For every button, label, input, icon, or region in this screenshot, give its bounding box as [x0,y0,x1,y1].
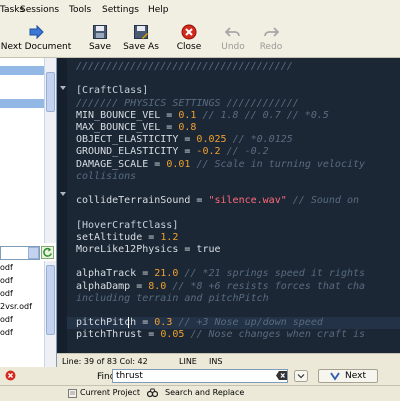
code-line[interactable]: MoreLike12Physics = true [76,244,221,256]
file-sidebar: odf odf odf 2vsr.odf odf odf [0,58,57,375]
list-item[interactable]: odf [0,315,13,324]
clear-icon[interactable] [276,371,287,380]
code-line[interactable]: alphaTrack = 21.0 // *21 springs speed i… [76,268,365,280]
find-input[interactable]: thrust [112,369,288,383]
menu-sessions[interactable]: Sessions [20,5,59,15]
find-bar: Find: thrust Next [0,367,400,385]
save-as-icon [134,25,149,40]
project-icon [68,389,77,398]
undo-button[interactable]: Undo [218,23,248,56]
cursor-position: Line: 39 of 83 Col: 42 [62,357,148,366]
close-label: Close [176,42,202,52]
save-as-label: Save As [123,42,159,52]
tab-search-replace[interactable]: Search and Replace [165,388,244,397]
save-icon [93,25,107,39]
next-document-label: Next Document [0,42,72,52]
scrollbar-thumb[interactable] [46,265,55,335]
fold-gutter[interactable] [57,58,67,353]
next-arrow-icon [330,372,340,381]
code-line[interactable]: OBJECT_ELASTICITY = 0.025 // *0.0125 [76,134,293,146]
list-item[interactable]: odf [0,328,13,337]
redo-button[interactable]: Redo [256,23,286,56]
close-icon [181,24,197,40]
code-line[interactable]: pitchPitch = 0.3 // +3 Nose up/down spee… [67,317,400,330]
chevron-down-icon[interactable] [28,247,39,259]
save-button[interactable]: Save [85,23,115,56]
selection-mode: LINE [179,357,197,366]
code-line[interactable]: //////////////////////////////////// [76,61,293,73]
status-bar: Line: 39 of 83 Col: 42 LINE INS [57,353,400,368]
find-close-icon[interactable] [5,370,16,381]
next-document-icon [29,24,44,40]
redo-icon [264,27,279,37]
close-button[interactable]: Close [172,23,206,56]
fold-marker-icon[interactable] [60,192,66,196]
search-replace-icon [147,388,158,398]
code-line[interactable]: [HoverCraftClass] [76,220,178,232]
file-list-scrollbar[interactable] [44,261,56,373]
tab-current-project[interactable]: Current Project [80,388,140,397]
menu-bar: Tasks Sessions Tools Settings Help [0,0,400,23]
list-item[interactable]: odf [0,263,13,272]
code-line[interactable]: MAX_BOUNCE_VEL = 0.8 [76,122,196,134]
code-line[interactable]: including terrain and pitchPitch [76,293,269,305]
code-line[interactable]: [CraftClass] [76,85,148,97]
code-editor[interactable]: //////////////////////////////////// [Cra… [57,58,400,353]
insert-mode: INS [209,357,223,366]
list-item[interactable]: odf [0,289,13,298]
find-options-icon[interactable] [294,370,308,382]
code-line[interactable]: alphaDamp = 8.0 // *8 +6 resists forces … [76,281,365,293]
text-cursor [128,317,129,328]
tree-scrollbar[interactable] [44,58,56,243]
code-line[interactable]: collisions [76,171,136,183]
menu-help[interactable]: Help [148,5,169,15]
list-item[interactable]: odf [0,276,13,285]
find-next-label: Next [345,371,366,381]
undo-label: Undo [221,42,245,52]
refresh-icon[interactable] [41,246,54,259]
save-as-button[interactable]: Save As [120,23,162,56]
list-item[interactable]: 2vsr.odf [0,302,32,311]
undo-icon [225,27,240,37]
toolbar: Next Document Save Save As Close Undo Re… [0,22,400,58]
code-line[interactable]: pitchThrust = 0.05 // Nose changes when … [76,329,365,341]
scrollbar-thumb[interactable] [46,72,55,112]
next-document-button[interactable]: Next Document [0,23,72,56]
fold-marker-icon[interactable] [60,86,66,90]
menu-settings[interactable]: Settings [102,5,139,15]
save-label: Save [88,42,112,52]
find-next-button[interactable]: Next [318,369,378,383]
code-line[interactable]: /////// PHYSICS SETTINGS //////////// [76,98,299,110]
code-line[interactable]: MIN_BOUNCE_VEL = 0.1 // 1.8 // 0.7 // *0… [76,110,329,122]
menu-tools[interactable]: Tools [69,5,91,15]
code-line[interactable]: collideTerrainSound = "silence.wav" // S… [76,195,359,207]
bottom-tabs: Current Project Search and Replace [0,385,400,401]
code-line[interactable]: GROUND_ELASTICITY = -0.2 // -0.2 [76,146,269,158]
redo-label: Redo [259,42,283,52]
code-line[interactable]: setAltitude = 1.2 [76,232,178,244]
code-line[interactable]: DAMAGE_SCALE = 0.01 // Scale in turning … [76,159,365,171]
